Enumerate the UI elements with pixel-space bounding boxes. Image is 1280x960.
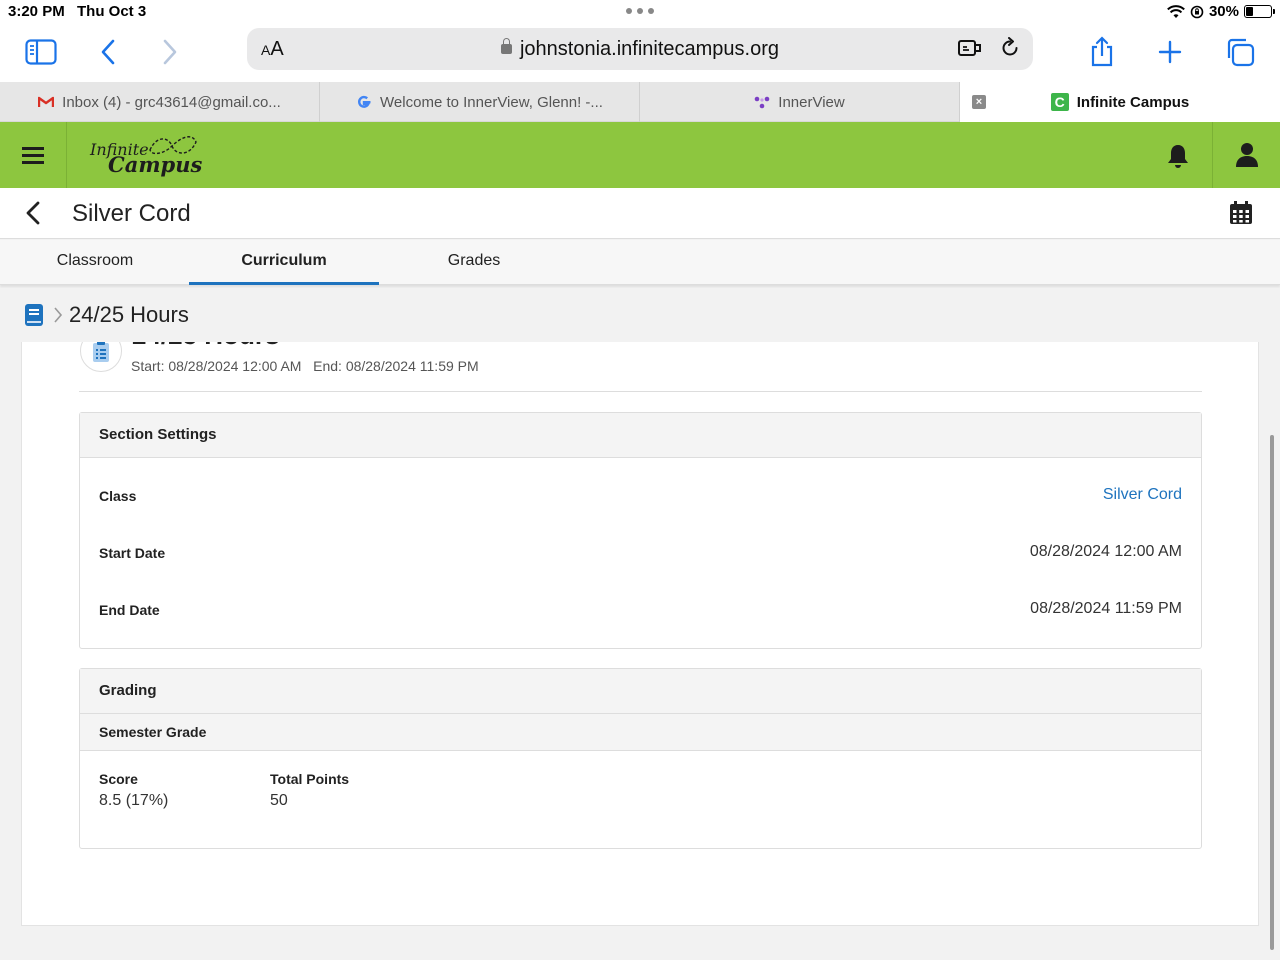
battery-percent: 30% bbox=[1208, 3, 1239, 20]
class-link[interactable]: Silver Cord bbox=[1103, 486, 1182, 504]
setting-row-class: Class Silver Cord bbox=[99, 486, 1182, 504]
wifi-icon bbox=[1167, 4, 1185, 18]
setting-row-start-date: Start Date 08/28/2024 12:00 AM bbox=[99, 543, 1182, 561]
setting-row-end-date: End Date 08/28/2024 11:59 PM bbox=[99, 600, 1182, 618]
breadcrumb-current: 24/25 Hours bbox=[69, 302, 189, 327]
score-value: 8.5 (17%) bbox=[99, 792, 169, 809]
back-nav-icon[interactable] bbox=[90, 34, 126, 70]
section-settings-heading: Section Settings bbox=[80, 413, 1201, 458]
orientation-lock-icon bbox=[1190, 5, 1204, 18]
score-cell: Score 8.5 (17%) bbox=[99, 771, 169, 809]
book-icon[interactable] bbox=[24, 303, 44, 332]
battery-icon bbox=[1244, 5, 1275, 18]
reload-icon[interactable] bbox=[999, 37, 1021, 64]
forward-nav-icon[interactable] bbox=[152, 34, 188, 70]
innerview-icon bbox=[754, 94, 770, 110]
tab-curriculum[interactable]: Curriculum bbox=[189, 240, 379, 285]
total-points-value: 50 bbox=[270, 792, 288, 809]
browser-tab-innerview[interactable]: InnerView bbox=[640, 82, 960, 122]
page-title-bar: Silver Cord bbox=[0, 188, 1280, 239]
infinite-campus-logo[interactable]: Infinite Campus bbox=[90, 134, 210, 178]
lock-icon bbox=[500, 38, 512, 54]
user-account-icon[interactable] bbox=[1212, 122, 1280, 188]
calendar-icon[interactable] bbox=[1228, 200, 1254, 231]
address-bar[interactable]: AA johnstonia.infinitecampus.org bbox=[247, 28, 1033, 70]
semester-grade-heading: Semester Grade bbox=[80, 714, 1201, 751]
section-settings-panel: Section Settings Class Silver Cord Start… bbox=[79, 412, 1202, 649]
google-icon bbox=[356, 94, 372, 110]
back-arrow-icon[interactable] bbox=[22, 201, 46, 225]
divider bbox=[79, 391, 1202, 392]
total-points-cell: Total Points 50 bbox=[270, 771, 350, 809]
grading-heading: Grading bbox=[80, 669, 1201, 714]
multitasking-dots-icon[interactable] bbox=[626, 8, 654, 14]
extension-icon[interactable] bbox=[957, 37, 983, 64]
gmail-icon bbox=[38, 94, 55, 110]
section-tabs: Classroom Curriculum Grades bbox=[0, 240, 1280, 285]
status-bar: 3:20 PM Thu Oct 3 30% bbox=[0, 0, 1280, 24]
app-header: Infinite Campus bbox=[0, 122, 1280, 188]
share-icon[interactable] bbox=[1084, 34, 1120, 70]
sidebar-toggle-icon[interactable] bbox=[23, 34, 59, 70]
status-date: Thu Oct 3 bbox=[77, 3, 147, 20]
browser-tab-strip: Inbox (4) - grc43614@gmail.co... Welcome… bbox=[0, 82, 1280, 122]
tab-overview-icon[interactable] bbox=[1222, 34, 1258, 70]
tab-grades[interactable]: Grades bbox=[379, 240, 569, 285]
assignment-clipboard-icon bbox=[80, 342, 122, 372]
browser-tab-infinite-campus[interactable]: × C Infinite Campus bbox=[960, 82, 1280, 122]
tab-classroom[interactable]: Classroom bbox=[0, 240, 190, 285]
new-tab-icon[interactable] bbox=[1152, 34, 1188, 70]
hamburger-menu-icon[interactable] bbox=[0, 122, 67, 188]
breadcrumb: 24/25 Hours bbox=[0, 288, 1280, 342]
breadcrumb-chevron-icon bbox=[53, 306, 63, 329]
notifications-bell-icon[interactable] bbox=[1160, 140, 1196, 172]
assignment-detail-card: 24/25 Hours Start: 08/28/2024 12:00 AM E… bbox=[21, 342, 1259, 926]
page-title: Silver Cord bbox=[72, 200, 191, 227]
browser-tab-google[interactable]: Welcome to InnerView, Glenn! -... bbox=[320, 82, 640, 122]
assignment-dates: Start: 08/28/2024 12:00 AM End: 08/28/20… bbox=[131, 358, 479, 374]
status-time: 3:20 PM bbox=[8, 3, 65, 20]
assignment-title: 24/25 Hours bbox=[132, 342, 279, 351]
browser-toolbar: AA johnstonia.infinitecampus.org bbox=[0, 24, 1280, 82]
infinite-campus-icon: C bbox=[1050, 93, 1069, 111]
url-text: johnstonia.infinitecampus.org bbox=[519, 38, 780, 60]
page-scrollbar[interactable] bbox=[1270, 435, 1274, 950]
browser-tab-gmail[interactable]: Inbox (4) - grc43614@gmail.co... bbox=[0, 82, 320, 122]
close-tab-icon[interactable]: × bbox=[972, 95, 986, 109]
grading-panel: Grading Semester Grade Score 8.5 (17%) T… bbox=[79, 668, 1202, 849]
